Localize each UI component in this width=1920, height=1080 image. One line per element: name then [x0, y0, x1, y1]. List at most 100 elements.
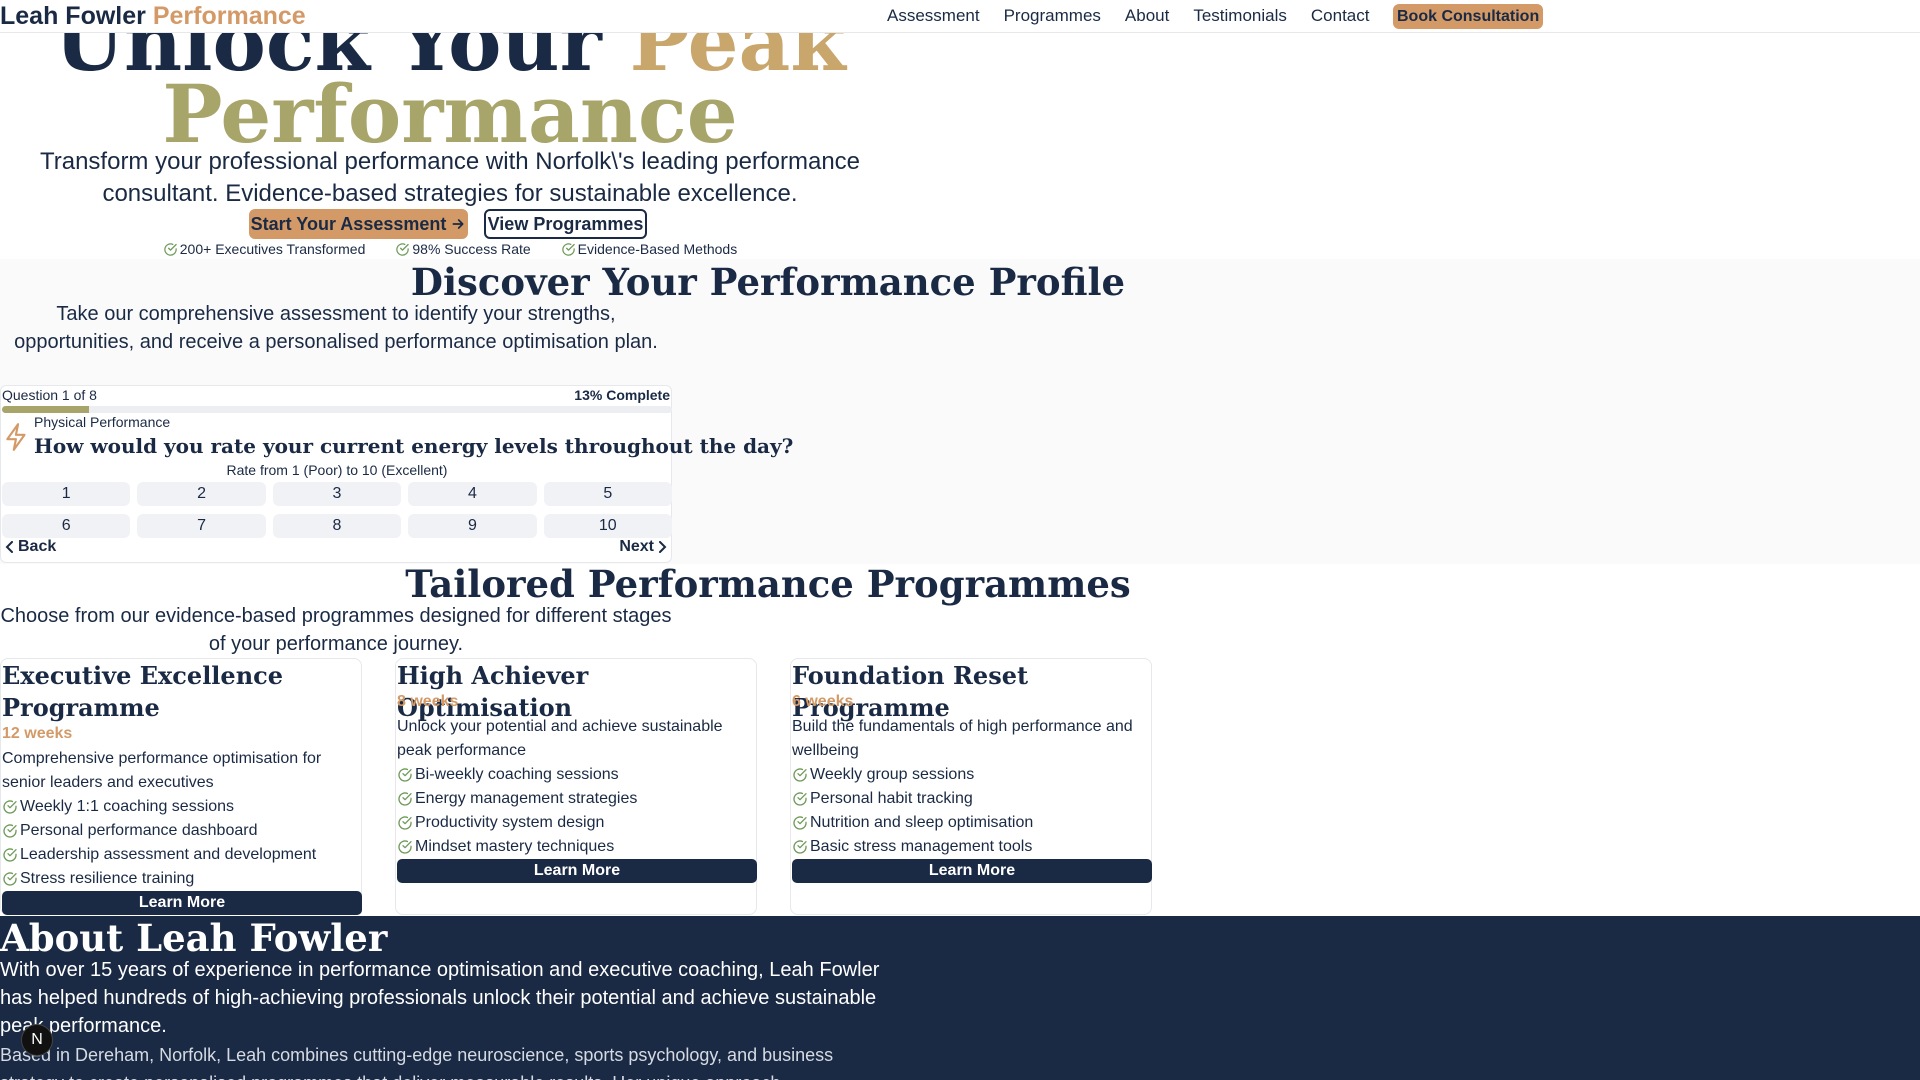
feature-item: Bi-weekly coaching sessions	[397, 763, 637, 787]
about-paragraph-2: Based in Dereham, Norfolk, Leah combines…	[0, 1045, 834, 1080]
logo[interactable]: Leah Fowler Performance	[0, 2, 306, 31]
feature-label: Nutrition and sleep optimisation	[810, 814, 1034, 831]
programme-card-foundation: Foundation Reset Programme 6 weeks Build…	[790, 658, 1152, 915]
rating-option-8[interactable]: 8	[272, 514, 402, 538]
feature-label: Energy management strategies	[415, 790, 638, 807]
rating-option-4[interactable]: 4	[408, 482, 537, 506]
logo-accent: Performance	[152, 2, 306, 30]
nav-link-about[interactable]: About	[1125, 6, 1169, 26]
question-text: How would you rate your current energy l…	[34, 434, 794, 458]
chevron-left-icon	[5, 541, 13, 553]
learn-more-button[interactable]: Learn More	[792, 859, 1152, 883]
check-circle-icon	[164, 242, 177, 256]
check-circle-icon	[3, 824, 17, 838]
check-circle-icon	[398, 768, 412, 782]
stat-label: 200+ Executives Transformed	[179, 241, 366, 257]
card-description: Unlock your potential and achieve sustai…	[397, 718, 723, 759]
arrow-right-icon	[452, 219, 464, 229]
percent-complete: 13% Complete	[574, 387, 670, 403]
question-category: Physical Performance	[34, 414, 171, 430]
floating-badge[interactable]: N	[21, 1024, 53, 1056]
card-description: Comprehensive performance optimisation f…	[2, 750, 322, 791]
card-features: Weekly group sessions Personal habit tra…	[792, 763, 1033, 859]
feature-item: Productivity system design	[397, 811, 637, 835]
check-circle-icon	[3, 872, 17, 886]
next-label: Next	[619, 538, 654, 555]
feature-item: Weekly 1:1 coaching sessions	[2, 795, 316, 819]
card-duration: 8 weeks	[397, 693, 459, 710]
feature-item: Weekly group sessions	[792, 763, 1033, 787]
feature-item: Energy management strategies	[397, 787, 637, 811]
check-circle-icon	[396, 242, 410, 256]
feature-item: Stress resilience training	[2, 867, 316, 891]
about-section: About Leah Fowler With over 15 years of …	[0, 916, 1920, 1080]
rating-option-1[interactable]: 1	[2, 482, 131, 506]
question-count: Question 1 of 8	[2, 387, 97, 403]
book-consultation-button[interactable]: Book Consultation	[1393, 4, 1544, 29]
rating-hint: Rate from 1 (Poor) to 10 (Excellent)	[226, 462, 448, 478]
card-features: Weekly 1:1 coaching sessions Personal pe…	[2, 795, 316, 891]
start-assessment-button[interactable]: Start Your Assessment	[249, 209, 468, 239]
feature-label: Bi-weekly coaching sessions	[415, 766, 619, 783]
progress-fill	[2, 406, 90, 413]
progress-bar	[2, 406, 672, 413]
nav-link-contact[interactable]: Contact	[1311, 6, 1370, 26]
view-programmes-button[interactable]: View Programmes	[484, 209, 647, 239]
logo-name: Leah Fowler	[0, 2, 146, 30]
rating-option-5[interactable]: 5	[543, 482, 672, 506]
hero-subtitle: Transform your professional performance …	[39, 148, 861, 207]
rating-option-7[interactable]: 7	[137, 514, 266, 538]
about-title: About Leah Fowler	[0, 916, 388, 960]
nav-links: Assessment Programmes About Testimonials…	[887, 6, 1369, 26]
back-button[interactable]: Back	[5, 538, 56, 556]
feature-item: Personal performance dashboard	[2, 819, 316, 843]
rating-option-3[interactable]: 3	[272, 482, 402, 506]
feature-item: Personal habit tracking	[792, 787, 1033, 811]
card-title: Executive Excellence Programme	[2, 661, 284, 722]
check-circle-icon	[398, 840, 412, 854]
stat-label: Evidence-Based Methods	[577, 241, 738, 257]
rating-option-10[interactable]: 10	[543, 514, 672, 538]
feature-label: Personal habit tracking	[810, 790, 973, 807]
feature-label: Weekly group sessions	[810, 766, 975, 783]
feature-label: Productivity system design	[415, 814, 605, 831]
check-circle-icon	[793, 816, 807, 830]
nav-link-testimonials[interactable]: Testimonials	[1193, 6, 1287, 26]
card-features: Bi-weekly coaching sessions Energy manag…	[397, 763, 637, 859]
card-duration: 12 weeks	[2, 725, 73, 742]
assessment-subtitle: Take our comprehensive assessment to ide…	[14, 303, 658, 353]
chevron-right-icon	[659, 541, 667, 553]
start-assessment-label: Start Your Assessment	[250, 213, 447, 234]
assessment-title: Discover Your Performance Profile	[410, 260, 1126, 304]
rating-option-6[interactable]: 6	[2, 514, 131, 538]
card-duration: 6 weeks	[792, 693, 854, 710]
stat-label: 98% Success Rate	[412, 241, 531, 257]
feature-item: Basic stress management tools	[792, 835, 1033, 859]
feature-label: Personal performance dashboard	[20, 822, 258, 839]
check-circle-icon	[793, 792, 807, 806]
programme-card-high-achiever: High Achiever Optimisation 8 weeks Unloc…	[395, 658, 757, 915]
check-circle-icon	[793, 768, 807, 782]
hero-stats: 200+ Executives Transformed 98% Success …	[0, 241, 900, 257]
assessment-card: Question 1 of 8 13% Complete Physical Pe…	[0, 385, 793, 563]
top-nav: Leah Fowler Performance Assessment Progr…	[0, 0, 1920, 33]
feature-label: Weekly 1:1 coaching sessions	[20, 798, 235, 815]
nav-link-programmes[interactable]: Programmes	[1004, 6, 1101, 26]
next-button[interactable]: Next	[619, 538, 667, 556]
programmes-subtitle: Choose from our evidence-based programme…	[0, 605, 672, 655]
learn-more-button[interactable]: Learn More	[2, 891, 362, 915]
card-description: Build the fundamentals of high performan…	[792, 718, 1133, 759]
feature-label: Mindset mastery techniques	[415, 838, 615, 855]
rating-option-9[interactable]: 9	[408, 514, 537, 538]
rating-option-2[interactable]: 2	[137, 482, 266, 506]
check-circle-icon	[793, 840, 807, 854]
nav-link-assessment[interactable]: Assessment	[887, 6, 980, 26]
feature-item: Leadership assessment and development	[2, 843, 316, 867]
about-paragraph-1: With over 15 years of experience in perf…	[0, 959, 880, 1037]
check-circle-icon	[3, 800, 17, 814]
learn-more-button[interactable]: Learn More	[397, 859, 757, 883]
check-circle-icon	[398, 792, 412, 806]
stat-item: 200+ Executives Transformed	[163, 241, 366, 257]
programme-card-executive: Executive Excellence Programme 12 weeks …	[0, 658, 362, 915]
stat-item: Evidence-Based Methods	[561, 241, 738, 257]
